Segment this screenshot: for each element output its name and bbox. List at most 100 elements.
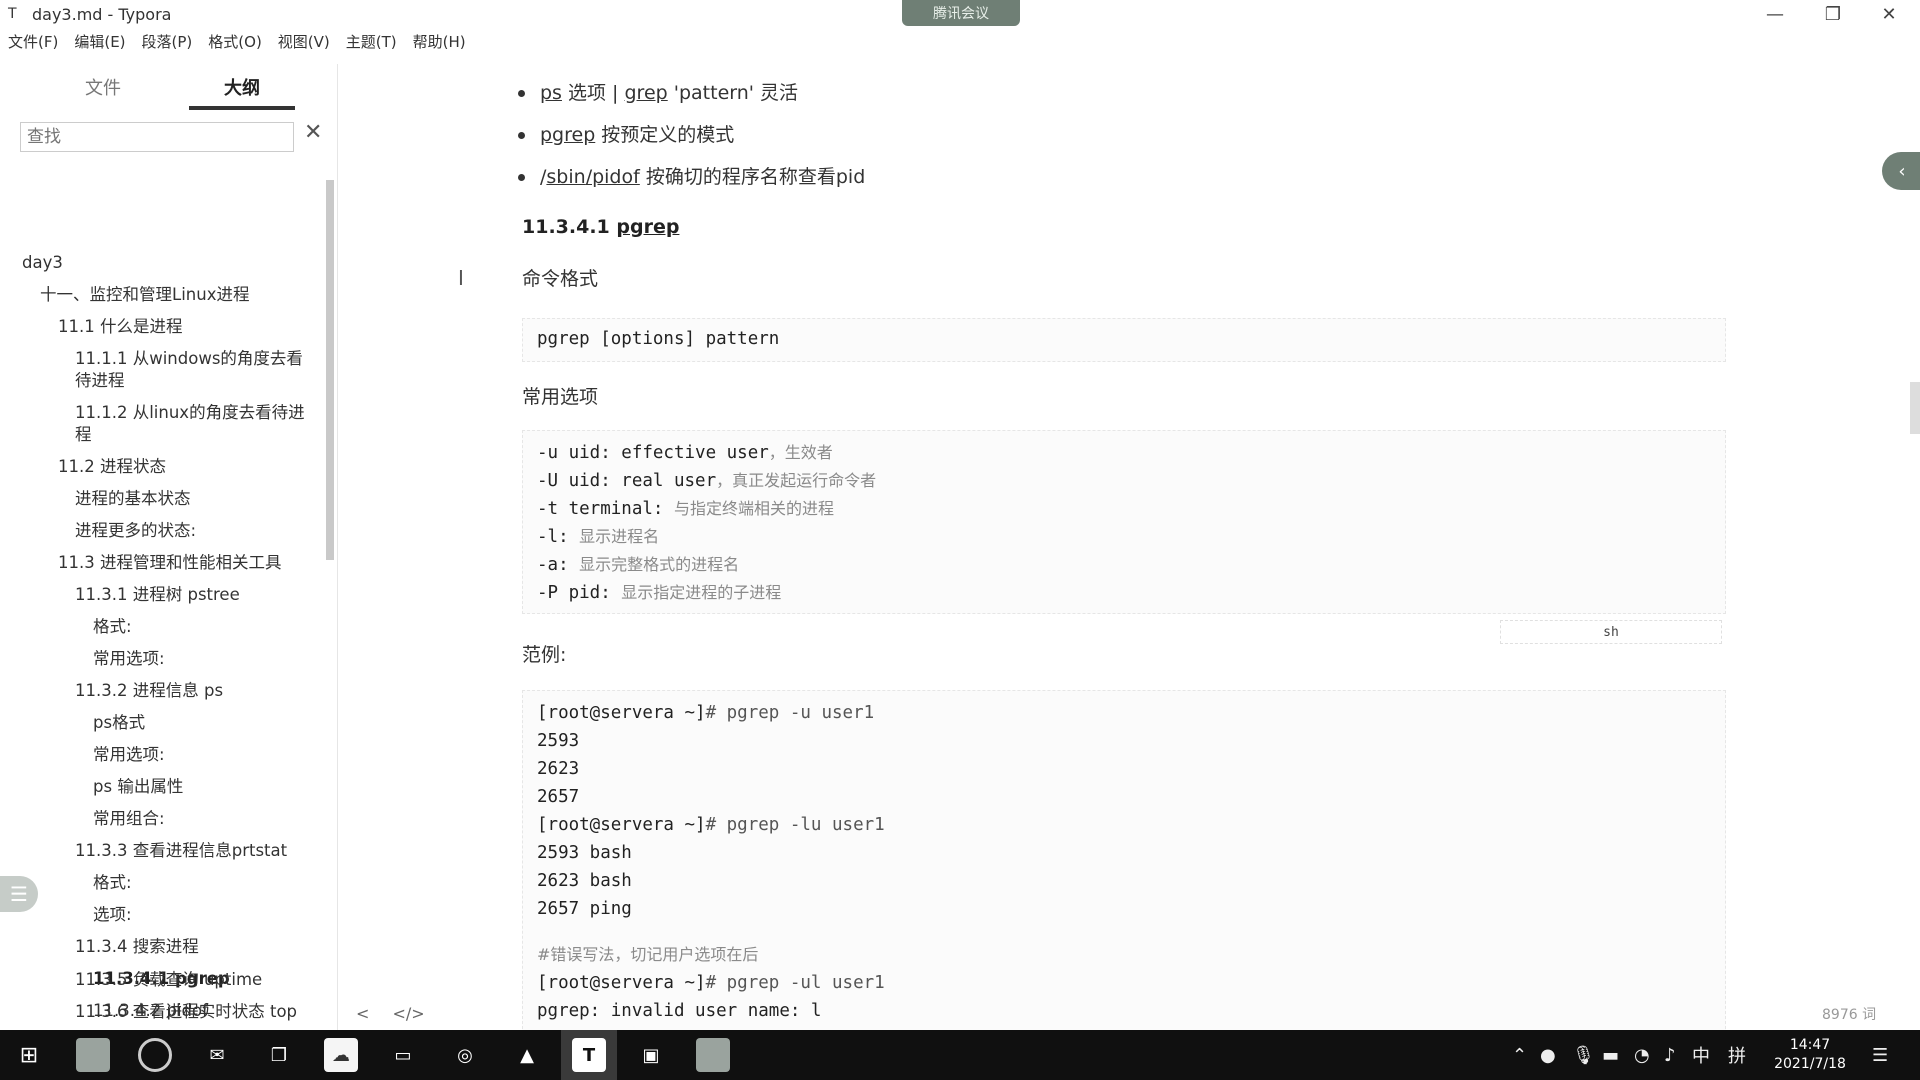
section-heading: 11.3.4.1 pgrep (522, 216, 679, 238)
outline-item[interactable]: 十一、监控和管理Linux进程 (40, 284, 290, 306)
outline-item[interactable]: ps格式 (93, 712, 328, 734)
bullet-text: 'pattern' 灵活 (667, 82, 799, 104)
close-window-button[interactable]: ✕ (1860, 0, 1918, 28)
code-line: 2593 bash (537, 843, 632, 863)
code-line: [root@servera ~]# pgrep -ul user1 (537, 969, 1711, 997)
option-comment: ，真正发起运行命令者 (716, 471, 877, 490)
source-code-icon[interactable]: </> (393, 1004, 425, 1023)
code-block-example[interactable]: [root@servera ~]# pgrep -u user1 2593 26… (522, 690, 1726, 1034)
sidebar-scrollbar[interactable] (326, 180, 334, 560)
menu-format[interactable]: 格式(O) (200, 30, 270, 54)
notification-icon[interactable]: ☰ (1872, 1030, 1888, 1080)
app-thumbnail-icon[interactable] (76, 1038, 110, 1072)
battery-icon[interactable]: ▬ (1602, 1030, 1619, 1080)
bullet-text: 按预定义的模式 (595, 124, 735, 146)
heading-word: pgrep (616, 216, 680, 238)
option-code: -t terminal: (537, 499, 674, 519)
meeting-tab[interactable]: 腾讯会议 (902, 0, 1020, 26)
outline-search-input[interactable] (20, 122, 294, 152)
outline-item[interactable]: day3 (22, 252, 272, 274)
outline-item[interactable]: 常用组合: (93, 808, 328, 830)
word-count[interactable]: 8976 词 (1822, 1004, 1876, 1024)
outline-item[interactable]: 选项: (93, 904, 328, 926)
wechat-icon[interactable]: ✉ (200, 1038, 234, 1072)
windows-start-icon[interactable]: ⊞ (12, 1038, 46, 1072)
code-block-format[interactable]: pgrep [options] pattern (522, 318, 1726, 362)
volume-icon[interactable]: ♪ (1664, 1030, 1676, 1080)
close-icon[interactable]: ✕ (304, 120, 322, 145)
outline-item[interactable]: 11.2 进程状态 (58, 456, 308, 478)
menu-theme[interactable]: 主题(T) (338, 30, 405, 54)
outline-item[interactable]: ps 输出属性 (93, 776, 328, 798)
app-thumbnail-icon[interactable] (696, 1038, 730, 1072)
code-language-input[interactable]: sh (1500, 620, 1722, 644)
cloud-app-icon[interactable]: ☁ (324, 1038, 358, 1072)
menu-paragraph[interactable]: 段落(P) (134, 30, 201, 54)
outline-item[interactable]: 进程的基本状态 (75, 488, 325, 510)
wifi-icon[interactable]: ◔ (1634, 1030, 1650, 1080)
link-pgrep: pgrep (540, 124, 596, 146)
typora-icon[interactable]: T (572, 1038, 606, 1072)
outline-item[interactable]: 格式: (93, 872, 328, 894)
list-item: ps 选项 | grep 'pattern' 灵活 (518, 78, 865, 120)
chevron-left-icon[interactable]: < (356, 1004, 369, 1023)
code-line: 2657 (537, 787, 580, 807)
code-line: -t terminal: 与指定终端相关的进程 (537, 495, 1711, 523)
outline-item[interactable]: 11.3.4 搜索进程 (75, 936, 325, 958)
ime-pinyin[interactable]: 拼 (1728, 1030, 1746, 1080)
link-grep: grep (624, 82, 668, 104)
tray-app-icon[interactable]: ● (1540, 1030, 1556, 1080)
link-sbin: sbin (546, 166, 586, 188)
link-pidof: /pidof (585, 166, 640, 188)
outline-item[interactable]: 11.3.1 进程树 pstree (75, 584, 325, 606)
outline-item[interactable]: 11.1 什么是进程 (58, 316, 308, 338)
clock[interactable]: 14:47 2021/7/18 (1760, 1036, 1860, 1074)
editor-scrollbar[interactable] (1910, 382, 1920, 434)
microphone-icon[interactable]: 🎙 (1572, 1030, 1595, 1080)
outline-item[interactable]: 11.3.5 负载查询 uptime (75, 969, 335, 991)
menu-file[interactable]: 文件(F) (0, 30, 66, 54)
menu-help[interactable]: 帮助(H) (405, 30, 474, 54)
minimize-button[interactable]: — (1746, 0, 1804, 28)
browser-icon[interactable] (138, 1038, 172, 1072)
clock-time: 14:47 (1789, 1037, 1831, 1053)
archive-icon[interactable]: ▣ (634, 1038, 668, 1072)
folder-icon[interactable]: ▭ (386, 1038, 420, 1072)
outline-item[interactable]: 11.3.2 进程信息 ps (75, 680, 325, 702)
code-line: -P pid: 显示指定进程的子进程 (537, 579, 1711, 607)
option-comment: 显示完整格式的进程名 (579, 555, 740, 574)
tab-files[interactable]: 文件 (50, 74, 156, 100)
shell-app-icon[interactable]: ◎ (448, 1038, 482, 1072)
outline-list-icon[interactable]: ☰ (0, 876, 38, 912)
outline-item[interactable]: 常用选项: (93, 648, 328, 670)
outline-item[interactable]: 11.3.6 查看进程实时状态 top (75, 1001, 335, 1023)
outline-item[interactable]: 11.3 进程管理和性能相关工具 (58, 552, 328, 574)
code-line: -a: 显示完整格式的进程名 (537, 551, 1711, 579)
tab-outline[interactable]: 大纲 (189, 74, 295, 100)
typora-app-icon: T (8, 6, 17, 22)
option-comment: 显示进程名 (579, 527, 660, 546)
editor-area[interactable]: ps 选项 | grep 'pattern' 灵活 pgrep 按预定义的模式 … (338, 64, 1920, 1034)
list-item: /sbin/pidof 按确切的程序名称查看pid (518, 162, 865, 204)
chevron-left-icon[interactable]: ‹ (1882, 152, 1920, 190)
ime-mode[interactable]: 中 (1692, 1030, 1710, 1080)
link-ps: ps (540, 82, 562, 104)
menu-edit[interactable]: 编辑(E) (66, 30, 133, 54)
menu-view[interactable]: 视图(V) (270, 30, 338, 54)
code-line: [root@servera ~]# pgrep -lu user1 (537, 811, 1711, 839)
list-item: pgrep 按预定义的模式 (518, 120, 865, 162)
image-viewer-icon[interactable]: ▲ (510, 1038, 544, 1072)
outline-item[interactable]: 11.1.1 从windows的角度去看待进程 (75, 348, 311, 392)
outline-item[interactable]: 进程更多的状态: (75, 520, 325, 542)
chevron-up-icon[interactable]: ⌃ (1512, 1030, 1527, 1080)
outline-item[interactable]: 格式: (93, 616, 328, 638)
code-block-options[interactable]: -u uid: effective user，生效者 -U uid: real … (522, 430, 1726, 614)
copy-window-icon[interactable]: ❐ (262, 1038, 296, 1072)
outline-item[interactable]: 11.3.3 查看进程信息prtstat (75, 840, 311, 862)
outline-item[interactable]: 11.1.2 从linux的角度去看待进程 (75, 402, 311, 446)
prompt: [root@servera ~] (537, 973, 706, 993)
restore-button[interactable]: ❐ (1804, 0, 1862, 28)
sidebar: 文件 大纲 ✕ day3 十一、监控和管理Linux进程 11.1 什么是进程 … (8, 64, 338, 1030)
outline-item[interactable]: 常用选项: (93, 744, 328, 766)
code-line: [root@servera ~]# pgrep -u user1 (537, 699, 1711, 727)
